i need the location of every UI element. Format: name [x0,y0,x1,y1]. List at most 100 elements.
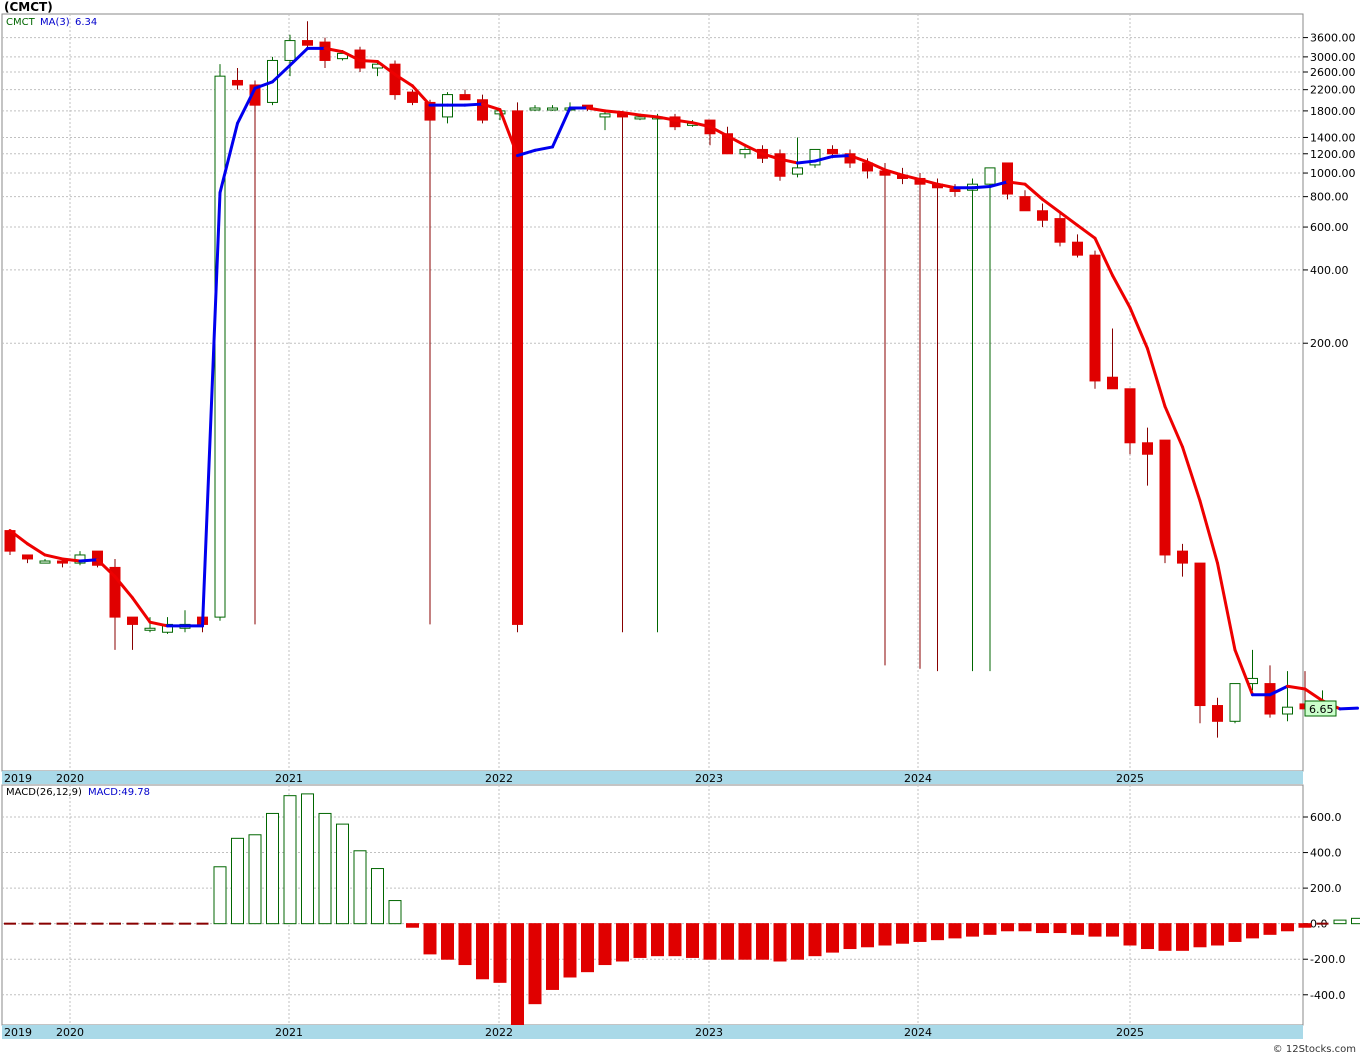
ma-segment [638,113,659,119]
macd-bar [756,923,769,960]
credit-text: © 12Stocks.com [1272,1044,1356,1055]
price-y-tick-label: 1400.00 [1310,131,1356,144]
macd-y-tick-label: 200.0 [1310,882,1342,895]
candle-body [1107,376,1118,390]
price-y-tick-label: 2600.00 [1310,66,1356,79]
candle-body [407,91,418,103]
x-axis-band-bottom [2,1025,1303,1039]
macd-legend-label: MACD(26,12,9) [6,787,82,798]
x-axis-label-bottom: 2023 [695,1026,723,1039]
candle-body [144,627,156,631]
macd-bar [651,923,664,957]
macd-bar [616,923,629,962]
candle-body [1194,562,1206,707]
ma-segment [796,159,817,165]
candle-body [529,107,541,111]
macd-bar [843,923,857,950]
ma-segment [61,557,82,563]
macd-panel [1,784,1304,1026]
macd-bar [773,923,787,962]
x-axis-label-top: 2019 [4,772,32,785]
candle-body [1124,388,1136,444]
x-axis-label-bottom: 2021 [275,1026,303,1039]
macd-bar [1281,923,1294,932]
macd-bar [721,923,734,960]
candle-body [1229,683,1241,722]
candle-body [1159,439,1171,556]
macd-y-tick-label: -400.0 [1310,989,1345,1002]
candle-body [1002,162,1013,195]
macd-bar [1228,923,1242,942]
macd-bar [1123,923,1137,946]
x-axis-label-top: 2020 [56,772,84,785]
macd-bar [1263,923,1277,935]
macd-bar [931,923,944,941]
price-y-tick-label: 1800.00 [1310,105,1356,118]
macd-bar [861,923,874,948]
macd-bar [388,900,402,925]
macd-bar [406,923,419,928]
macd-bar [703,923,717,960]
x-axis-label-bottom: 2022 [485,1026,513,1039]
ma-segment [1303,687,1324,703]
price-panel [1,13,1304,772]
macd-bar [581,923,594,973]
last-price-value: 6.65 [1309,703,1334,716]
x-axis-label-top: 2025 [1116,772,1144,785]
macd-bar [283,795,297,925]
ma-segment [971,185,992,190]
price-legend-symbol: CMCT [6,17,36,28]
macd-bar [668,923,682,957]
ma-segment [831,154,852,158]
candle-body [1264,683,1276,715]
macd-bar [213,866,227,925]
candle-body [302,40,313,46]
macd-bar [738,923,752,960]
macd-bar [1351,917,1360,925]
macd-y-tick-label: 400.0 [1310,847,1342,860]
macd-bar [231,837,244,925]
macd-bar [528,923,542,1005]
x-axis-band-top [2,771,1303,784]
macd-bar [1106,923,1119,937]
macd-bar [248,834,262,925]
candle-body [459,94,471,101]
candle-body [1037,210,1048,221]
macd-bar [563,923,577,978]
candle-body [984,167,996,185]
candle-body [1212,705,1223,722]
price-y-tick-label: 3000.00 [1310,51,1356,64]
macd-bar [913,923,927,942]
macd-bar [546,923,559,990]
macd-bar [948,923,962,939]
price-y-axis: 3600.00 3000.00 2600.00 2200.00 1800.00 1400.… [1303,32,1356,350]
price-y-tick-label: 1200.00 [1310,148,1356,161]
ma-segment [78,558,99,563]
x-axis-label-top: 2021 [275,772,303,785]
macd-bar [1141,923,1154,950]
macd-bar [1053,923,1067,934]
macd-bar [791,923,804,960]
x-axis-label-top: 2024 [904,772,932,785]
macd-bar [1298,923,1312,928]
candle-body [389,63,401,96]
candle-body [512,110,523,625]
price-y-tick-label: 1000.00 [1310,167,1356,180]
macd-bar [493,923,507,983]
candle-body [22,554,33,560]
macd-bar [353,850,367,925]
macd-bar [1211,923,1224,946]
ma-segment [603,109,624,115]
candle-body [57,560,68,564]
candle-body [949,188,961,192]
macd-bar [336,823,349,925]
ma-segment [358,58,379,64]
x-axis-label-bottom: 2019 [4,1026,32,1039]
candle-body [1089,254,1101,382]
candle-body [214,75,226,618]
candle-body [739,148,751,155]
candle-body [284,40,296,61]
macd-bar [826,923,839,953]
candle-body [1282,706,1293,715]
macd-y-tick-label: -200.0 [1310,953,1345,966]
